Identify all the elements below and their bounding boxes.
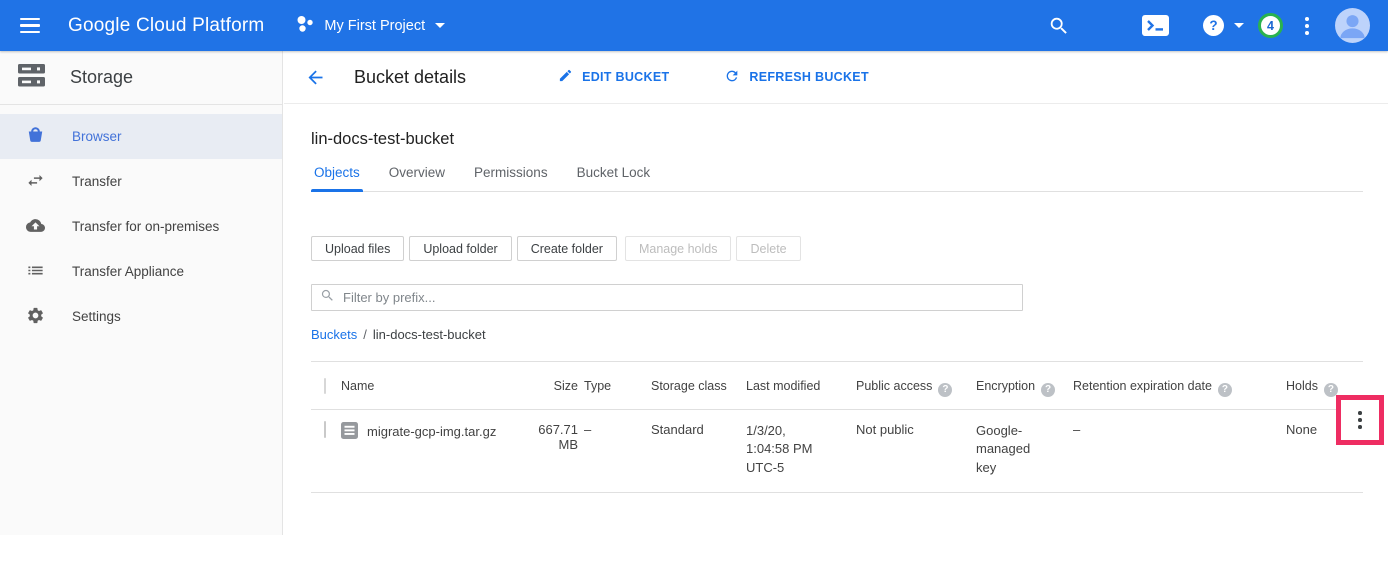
table-row: migrate-gcp-img.tar.gz 667.71 MB – Stand… bbox=[311, 409, 1363, 493]
notification-badge[interactable]: 4 bbox=[1258, 13, 1283, 38]
sidebar-item-label: Transfer bbox=[72, 174, 122, 189]
tab-bucket-lock[interactable]: Bucket Lock bbox=[574, 165, 654, 191]
page-header: Bucket details EDIT BUCKET REFRESH BUCKE… bbox=[284, 51, 1388, 104]
page-title: Bucket details bbox=[354, 67, 466, 88]
sidebar-item-transfer-on-premises[interactable]: Transfer for on-premises bbox=[0, 204, 282, 249]
help-icon[interactable]: ? bbox=[1041, 383, 1055, 397]
object-type: – bbox=[584, 422, 651, 437]
sidebar-item-label: Transfer for on-premises bbox=[72, 219, 219, 234]
help-icon[interactable]: ? bbox=[938, 383, 952, 397]
column-header-last-modified: Last modified bbox=[746, 379, 856, 393]
refresh-icon bbox=[724, 68, 740, 87]
gcp-storage-console: Google Cloud Platform My First Project ?… bbox=[0, 0, 1388, 579]
column-header-size: Size bbox=[536, 379, 584, 393]
object-encryption: Google-managed key bbox=[976, 422, 1073, 479]
avatar[interactable] bbox=[1335, 8, 1370, 43]
search-icon[interactable] bbox=[1048, 15, 1070, 37]
filter-input[interactable] bbox=[343, 290, 1022, 305]
delete-button: Delete bbox=[736, 236, 800, 261]
gear-icon bbox=[26, 306, 45, 328]
edit-bucket-button[interactable]: EDIT BUCKET bbox=[558, 68, 669, 86]
swap-arrows-icon bbox=[26, 171, 45, 193]
help-icon: ? bbox=[1203, 15, 1224, 36]
breadcrumb-current: lin-docs-test-bucket bbox=[373, 327, 486, 342]
help-icon[interactable]: ? bbox=[1218, 383, 1232, 397]
sidebar-header: Storage bbox=[0, 51, 282, 105]
sidebar-item-transfer[interactable]: Transfer bbox=[0, 159, 282, 204]
column-header-public-access: Public access? bbox=[856, 379, 976, 397]
cloud-shell-icon[interactable] bbox=[1142, 15, 1169, 36]
column-header-holds: Holds? bbox=[1286, 379, 1338, 397]
refresh-bucket-button[interactable]: REFRESH BUCKET bbox=[724, 68, 868, 87]
table-header-row: Name Size Type Storage class Last modifi… bbox=[311, 362, 1363, 409]
tab-objects[interactable]: Objects bbox=[311, 165, 363, 191]
create-folder-button[interactable]: Create folder bbox=[517, 236, 617, 261]
column-header-retention: Retention expiration date? bbox=[1073, 379, 1286, 397]
back-arrow-icon[interactable] bbox=[305, 67, 326, 88]
object-storage-class: Standard bbox=[651, 422, 746, 437]
project-dots-icon bbox=[296, 14, 315, 38]
tab-overview[interactable]: Overview bbox=[386, 165, 448, 191]
select-all-checkbox[interactable] bbox=[324, 378, 326, 394]
column-header-storage-class: Storage class bbox=[651, 379, 746, 393]
column-header-name: Name bbox=[341, 379, 536, 393]
storage-product-icon bbox=[18, 64, 45, 92]
row-checkbox[interactable] bbox=[324, 421, 326, 438]
upload-folder-button[interactable]: Upload folder bbox=[409, 236, 511, 261]
sidebar-item-settings[interactable]: Settings bbox=[0, 294, 282, 339]
sidebar-nav: Browser Transfer Transfer for on-premise… bbox=[0, 114, 282, 339]
tab-permissions[interactable]: Permissions bbox=[471, 165, 551, 191]
object-public-access: Not public bbox=[856, 422, 976, 437]
search-icon bbox=[320, 288, 335, 308]
breadcrumb-separator: / bbox=[363, 327, 367, 342]
file-icon bbox=[341, 422, 358, 442]
chevron-down-icon bbox=[1234, 23, 1244, 28]
sidebar-item-label: Browser bbox=[72, 129, 122, 144]
object-last-modified: 1/3/20, 1:04:58 PM UTC-5 bbox=[746, 422, 856, 479]
sidebar-item-browser[interactable]: Browser bbox=[0, 114, 282, 159]
sidebar-item-label: Settings bbox=[72, 309, 121, 324]
bucket-name: lin-docs-test-bucket bbox=[311, 130, 1363, 149]
cloud-upload-icon bbox=[26, 216, 45, 238]
filter-field[interactable] bbox=[311, 284, 1023, 311]
sidebar-item-transfer-appliance[interactable]: Transfer Appliance bbox=[0, 249, 282, 294]
column-header-encryption: Encryption? bbox=[976, 379, 1073, 397]
breadcrumb: Buckets / lin-docs-test-bucket bbox=[311, 327, 1363, 342]
bucket-tabs: Objects Overview Permissions Bucket Lock bbox=[311, 165, 1363, 192]
help-menu[interactable]: ? bbox=[1203, 15, 1244, 36]
object-name-link[interactable]: migrate-gcp-img.tar.gz bbox=[367, 424, 496, 439]
main-panel: Bucket details EDIT BUCKET REFRESH BUCKE… bbox=[284, 51, 1388, 535]
sidebar: Storage Browser Transfer Transfer for on… bbox=[0, 51, 283, 535]
upload-files-button[interactable]: Upload files bbox=[311, 236, 404, 261]
sidebar-item-label: Transfer Appliance bbox=[72, 264, 184, 279]
sidebar-title: Storage bbox=[70, 67, 133, 88]
breadcrumb-buckets-link[interactable]: Buckets bbox=[311, 327, 357, 342]
object-toolbar: Upload files Upload folder Create folder… bbox=[311, 236, 1363, 261]
chevron-down-icon bbox=[435, 23, 445, 28]
project-selector[interactable]: My First Project bbox=[296, 14, 445, 38]
more-options-icon[interactable] bbox=[1301, 13, 1313, 39]
manage-holds-button: Manage holds bbox=[625, 236, 732, 261]
pencil-icon bbox=[558, 68, 573, 86]
column-header-type: Type bbox=[584, 379, 651, 393]
appliance-list-icon bbox=[26, 261, 45, 283]
object-holds: None bbox=[1286, 422, 1338, 437]
row-overflow-menu-icon[interactable] bbox=[1341, 400, 1379, 440]
bucket-icon bbox=[26, 126, 45, 148]
brand-logo: Google Cloud Platform bbox=[68, 15, 264, 37]
object-retention-date: – bbox=[1073, 422, 1286, 437]
top-app-bar: Google Cloud Platform My First Project ?… bbox=[0, 0, 1388, 51]
project-name: My First Project bbox=[324, 18, 425, 34]
object-size: 667.71 MB bbox=[536, 422, 584, 452]
annotation-highlight-box bbox=[1336, 395, 1384, 445]
menu-icon[interactable] bbox=[18, 14, 42, 38]
